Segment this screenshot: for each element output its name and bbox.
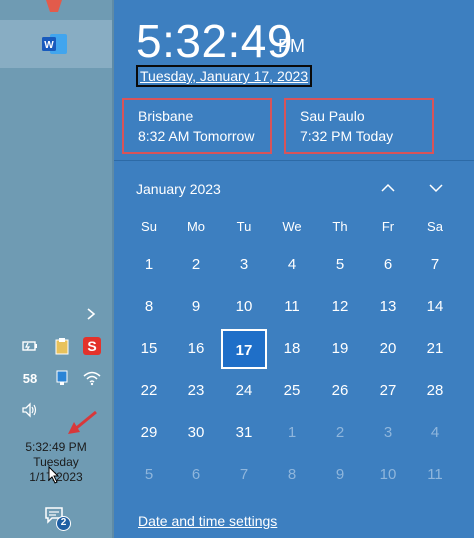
notification-count-badge: 2 <box>56 516 71 531</box>
calendar-day[interactable]: 31 <box>221 413 267 453</box>
calendar-day[interactable]: 14 <box>412 287 458 327</box>
next-month-button[interactable] <box>426 178 446 198</box>
calendar-day[interactable]: 18 <box>269 329 315 369</box>
calendar-day[interactable]: 8 <box>126 287 172 327</box>
calendar-day[interactable]: 8 <box>269 455 315 495</box>
calendar-day[interactable]: 26 <box>317 371 363 411</box>
clock-calendar-flyout: 5:32:49 PM Tuesday, January 17, 2023 Bri… <box>114 0 474 538</box>
calendar-day[interactable]: 13 <box>365 287 411 327</box>
show-hidden-icons-chevron[interactable] <box>83 306 99 322</box>
calendar-day[interactable]: 1 <box>269 413 315 453</box>
weekday-label: Sa <box>427 219 443 234</box>
clipboard-icon[interactable] <box>52 336 72 356</box>
calendar-day[interactable]: 9 <box>173 287 219 327</box>
calendar-day[interactable]: 30 <box>173 413 219 453</box>
weekday-label: We <box>282 219 302 234</box>
divider <box>114 160 474 161</box>
word-icon: W <box>42 34 67 54</box>
calendar-day[interactable]: 1 <box>126 245 172 285</box>
calendar-day[interactable]: 6 <box>173 455 219 495</box>
weekday-label: Mo <box>186 219 206 234</box>
taskbar: W S 58 5:32:49 PM Tuesday 1/17/2023 2 <box>0 0 114 538</box>
wifi-icon[interactable] <box>82 368 102 388</box>
calendar-day[interactable]: 3 <box>365 413 411 453</box>
calendar-day[interactable]: 15 <box>126 329 172 369</box>
flyout-time: 5:32:49 <box>136 15 293 67</box>
weekday-label: Fr <box>381 219 395 234</box>
taskbar-clock-time: 5:32:49 PM <box>25 440 87 454</box>
timezone-sao-paulo: Sau Paulo 7:32 PM Today <box>284 98 434 154</box>
timezone-brisbane: Brisbane 8:32 AM Tomorrow <box>122 98 272 154</box>
calendar-day[interactable]: 5 <box>126 455 172 495</box>
word-taskbar-button[interactable]: W <box>0 20 112 68</box>
timezone-time: 8:32 AM Tomorrow <box>138 128 255 144</box>
calendar-day[interactable]: 2 <box>317 413 363 453</box>
calendar-day[interactable]: 21 <box>412 329 458 369</box>
calendar-day[interactable]: 22 <box>126 371 172 411</box>
red-arrow-annotation <box>68 410 97 434</box>
calendar-day[interactable]: 3 <box>221 245 267 285</box>
s-app-icon[interactable]: S <box>82 336 102 356</box>
volume-icon[interactable] <box>20 400 40 420</box>
calendar-day[interactable]: 16 <box>173 329 219 369</box>
battery-icon[interactable] <box>20 336 40 356</box>
svg-text:S: S <box>87 338 96 354</box>
timezone-city: Sau Paulo <box>300 108 365 124</box>
timezone-city: Brisbane <box>138 108 194 124</box>
chevron-up-icon <box>381 183 395 192</box>
calendar-day[interactable]: 12 <box>317 287 363 327</box>
calendar-day[interactable]: 10 <box>365 455 411 495</box>
calendar-day[interactable]: 20 <box>365 329 411 369</box>
calendar-day[interactable]: 19 <box>317 329 363 369</box>
flyout-ampm: PM <box>278 36 305 56</box>
previous-month-button[interactable] <box>378 178 398 198</box>
calendar-day[interactable]: 4 <box>269 245 315 285</box>
calendar-day[interactable]: 27 <box>365 371 411 411</box>
calendar-day[interactable]: 11 <box>412 455 458 495</box>
calendar-day[interactable]: 17 <box>221 329 267 369</box>
weekday-label: Th <box>332 219 348 234</box>
calendar-day[interactable]: 9 <box>317 455 363 495</box>
calendar-day[interactable]: 24 <box>221 371 267 411</box>
calendar-day[interactable]: 2 <box>173 245 219 285</box>
calendar-day[interactable]: 29 <box>126 413 172 453</box>
calendar-day[interactable]: 25 <box>269 371 315 411</box>
weekday-label: Tu <box>236 219 252 234</box>
calendar-day[interactable]: 23 <box>173 371 219 411</box>
calendar-day[interactable]: 5 <box>317 245 363 285</box>
flyout-date-link[interactable]: Tuesday, January 17, 2023 <box>136 65 313 87</box>
mouse-cursor-icon <box>48 466 60 484</box>
calendar-day[interactable]: 7 <box>412 245 458 285</box>
timezone-time: 7:32 PM Today <box>300 128 394 144</box>
date-time-settings-link[interactable]: Date and time settings <box>138 513 277 529</box>
calendar-day[interactable]: 7 <box>221 455 267 495</box>
network-device-icon[interactable] <box>52 368 72 388</box>
calendar-day[interactable]: 6 <box>365 245 411 285</box>
month-year-label[interactable]: January 2023 <box>136 181 221 197</box>
calendar-day[interactable]: 28 <box>412 371 458 411</box>
calendar-day[interactable]: 10 <box>221 287 267 327</box>
action-center-button[interactable]: 2 <box>44 506 72 532</box>
chevron-down-icon <box>429 184 443 193</box>
calendar-day[interactable]: 11 <box>269 287 315 327</box>
svg-text:W: W <box>44 40 54 51</box>
weekday-label: Su <box>141 219 157 234</box>
calendar-day[interactable]: 4 <box>412 413 458 453</box>
tray-number-badge[interactable]: 58 <box>20 368 40 388</box>
top-app-icon[interactable] <box>30 0 78 14</box>
